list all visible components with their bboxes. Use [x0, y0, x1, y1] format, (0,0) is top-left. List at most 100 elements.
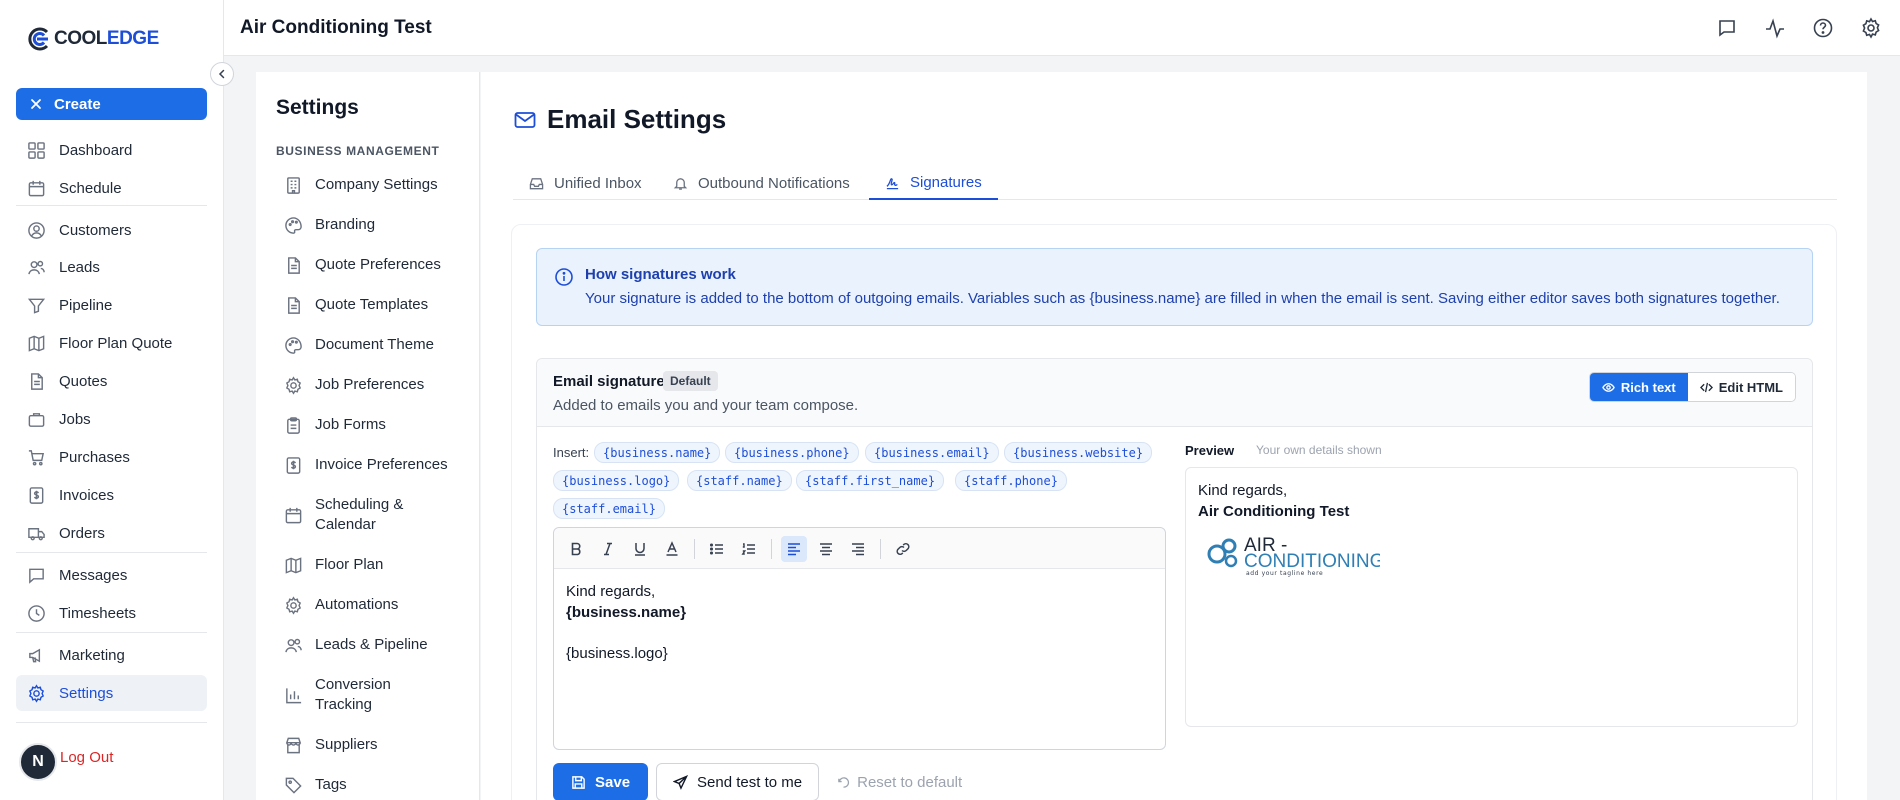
- nav-divider: [16, 205, 207, 206]
- reset-label: Reset to default: [857, 773, 963, 791]
- message-icon[interactable]: [1716, 17, 1738, 39]
- settings-item-label: Job Forms: [315, 416, 386, 433]
- palette-icon: [285, 336, 302, 354]
- dashboard-icon: [28, 141, 45, 159]
- tab-unified-inbox[interactable]: Unified Inbox: [529, 166, 642, 200]
- logo-line2: CONDITIONING: [1244, 551, 1380, 572]
- align-center-button[interactable]: [813, 536, 839, 562]
- tag-icon: [285, 777, 302, 794]
- align-right-button[interactable]: [845, 536, 871, 562]
- variable-chip[interactable]: {staff.email}: [553, 498, 665, 519]
- settings-item-quote-templates[interactable]: Quote Templates: [284, 295, 474, 315]
- settings-item-conversion-tracking[interactable]: Conversion Tracking: [284, 675, 474, 715]
- tab-label: Outbound Notifications: [698, 174, 850, 192]
- reset-default-button[interactable]: Reset to default: [827, 763, 972, 800]
- help-icon[interactable]: [1812, 17, 1834, 39]
- variable-chip[interactable]: {staff.first_name}: [796, 470, 945, 491]
- gear-icon[interactable]: [1860, 17, 1882, 39]
- bold-button[interactable]: [563, 536, 589, 562]
- bullet-list-button[interactable]: [704, 536, 730, 562]
- signatures-card: How signatures work Your signature is ad…: [511, 224, 1837, 800]
- sidebar-item-label: Invoices: [59, 486, 115, 504]
- sidebar-item-jobs[interactable]: Jobs: [16, 401, 207, 437]
- settings-item-tags[interactable]: Tags: [284, 775, 474, 795]
- settings-item-invoice-preferences[interactable]: Invoice Preferences: [284, 455, 474, 475]
- document-icon: [31, 372, 43, 390]
- settings-item-label: Quote Templates: [315, 296, 429, 313]
- briefcase-icon: [28, 412, 45, 427]
- settings-item-scheduling-calendar[interactable]: Scheduling & Calendar: [284, 495, 474, 535]
- toolbar-divider: [694, 539, 695, 559]
- settings-item-floor-plan[interactable]: Floor Plan: [284, 555, 474, 575]
- sidebar-item-pipeline[interactable]: Pipeline: [16, 287, 207, 323]
- sidebar-item-label: Dashboard: [59, 141, 133, 159]
- editor-content[interactable]: Kind regards, {business.name} {business.…: [566, 582, 686, 664]
- avatar[interactable]: N: [19, 743, 57, 781]
- sidebar-item-invoices[interactable]: Invoices: [16, 477, 207, 513]
- numbered-list-button[interactable]: [736, 536, 762, 562]
- sidebar-item-purchases[interactable]: Purchases: [16, 439, 207, 475]
- settings-item-automations[interactable]: Automations: [284, 595, 474, 615]
- variable-chip[interactable]: {business.logo}: [553, 470, 680, 491]
- settings-item-label: Automations: [315, 596, 399, 613]
- italic-button[interactable]: [595, 536, 621, 562]
- underline-button[interactable]: [627, 536, 653, 562]
- nav-divider: [16, 722, 207, 723]
- settings-item-job-preferences[interactable]: Job Preferences: [284, 375, 474, 395]
- sidebar-item-dashboard[interactable]: Dashboard: [16, 132, 207, 168]
- sidebar-item-marketing[interactable]: Marketing: [16, 637, 207, 673]
- sidebar-item-quotes[interactable]: Quotes: [16, 363, 207, 399]
- settings-item-label: Job Preferences: [315, 376, 425, 393]
- sidebar-item-schedule[interactable]: Schedule: [16, 170, 207, 206]
- text-color-button[interactable]: [659, 536, 685, 562]
- variable-chip[interactable]: {business.phone}: [725, 442, 859, 463]
- tab-signatures[interactable]: Signatures: [869, 166, 998, 200]
- variable-chip[interactable]: {business.website}: [1004, 442, 1153, 463]
- map-icon: [28, 334, 45, 352]
- edit-html-button[interactable]: Edit HTML: [1687, 373, 1795, 401]
- save-button[interactable]: Save: [553, 763, 649, 800]
- signature-header: Email signature Default Added to emails …: [537, 359, 1812, 427]
- collapse-sidebar-button[interactable]: [210, 62, 234, 86]
- italic-icon: [604, 542, 612, 556]
- top-header: Air Conditioning Test: [224, 0, 1900, 56]
- editor-line: Kind regards,: [566, 583, 656, 600]
- variable-chip[interactable]: {staff.phone}: [955, 470, 1067, 491]
- sidebar-item-leads[interactable]: Leads: [16, 249, 207, 285]
- settings-item-suppliers[interactable]: Suppliers: [284, 735, 474, 755]
- sidebar-item-orders[interactable]: Orders: [16, 515, 207, 551]
- close-icon: [31, 99, 41, 109]
- sidebar-item-label: Marketing: [59, 646, 125, 664]
- clipboard-icon: [287, 416, 300, 434]
- send-icon: [673, 774, 689, 790]
- sidebar-item-settings[interactable]: Settings: [16, 675, 207, 711]
- settings-item-leads-pipeline[interactable]: Leads & Pipeline: [284, 635, 474, 655]
- settings-item-quote-preferences[interactable]: Quote Preferences: [284, 255, 474, 275]
- send-test-button[interactable]: Send test to me: [656, 763, 820, 800]
- sidebar-item-messages[interactable]: Messages: [16, 557, 207, 593]
- settings-item-job-forms[interactable]: Job Forms: [284, 415, 474, 435]
- link-button[interactable]: [890, 536, 916, 562]
- signature-editor[interactable]: Kind regards, {business.name} {business.…: [553, 527, 1166, 750]
- email-settings-tabs: Unified Inbox Outbound Notifications Sig…: [513, 166, 1837, 200]
- logout-link[interactable]: Log Out: [60, 749, 113, 766]
- sidebar-item-label: Leads: [59, 258, 100, 276]
- activity-icon[interactable]: [1764, 17, 1786, 39]
- variable-chip[interactable]: {business.email}: [865, 442, 999, 463]
- bold-icon: [571, 542, 581, 556]
- status-badge: Default: [663, 371, 718, 391]
- sidebar-item-timesheets[interactable]: Timesheets: [16, 595, 207, 631]
- tab-outbound-notifications[interactable]: Outbound Notifications: [673, 166, 850, 200]
- variable-chip[interactable]: {staff.name}: [687, 470, 792, 491]
- users-icon: [28, 260, 45, 274]
- align-left-button[interactable]: [781, 536, 807, 562]
- variable-chip[interactable]: {business.name}: [594, 442, 721, 463]
- create-button[interactable]: Create: [16, 88, 207, 120]
- sidebar-item-floor-plan-quote[interactable]: Floor Plan Quote: [16, 325, 207, 361]
- sidebar-item-customers[interactable]: Customers: [16, 212, 207, 248]
- brand-logo[interactable]: COOLEDGE: [26, 26, 159, 52]
- settings-item-document-theme[interactable]: Document Theme: [284, 335, 474, 355]
- rich-text-button[interactable]: Rich text: [1589, 373, 1688, 401]
- settings-item-company-settings[interactable]: Company Settings: [284, 175, 474, 195]
- settings-item-branding[interactable]: Branding: [284, 215, 474, 235]
